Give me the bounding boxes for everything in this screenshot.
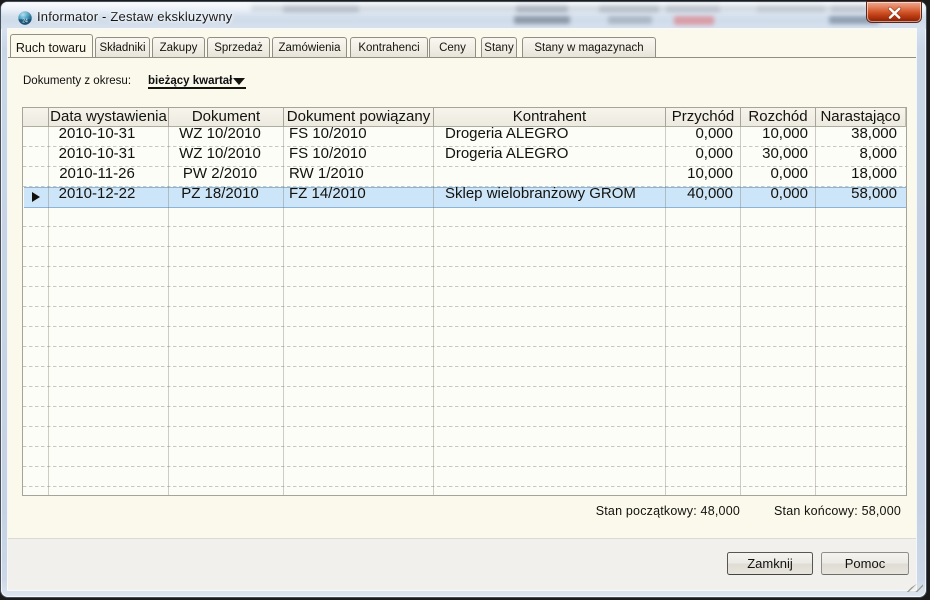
svg-text:24: 24 xyxy=(22,19,28,25)
